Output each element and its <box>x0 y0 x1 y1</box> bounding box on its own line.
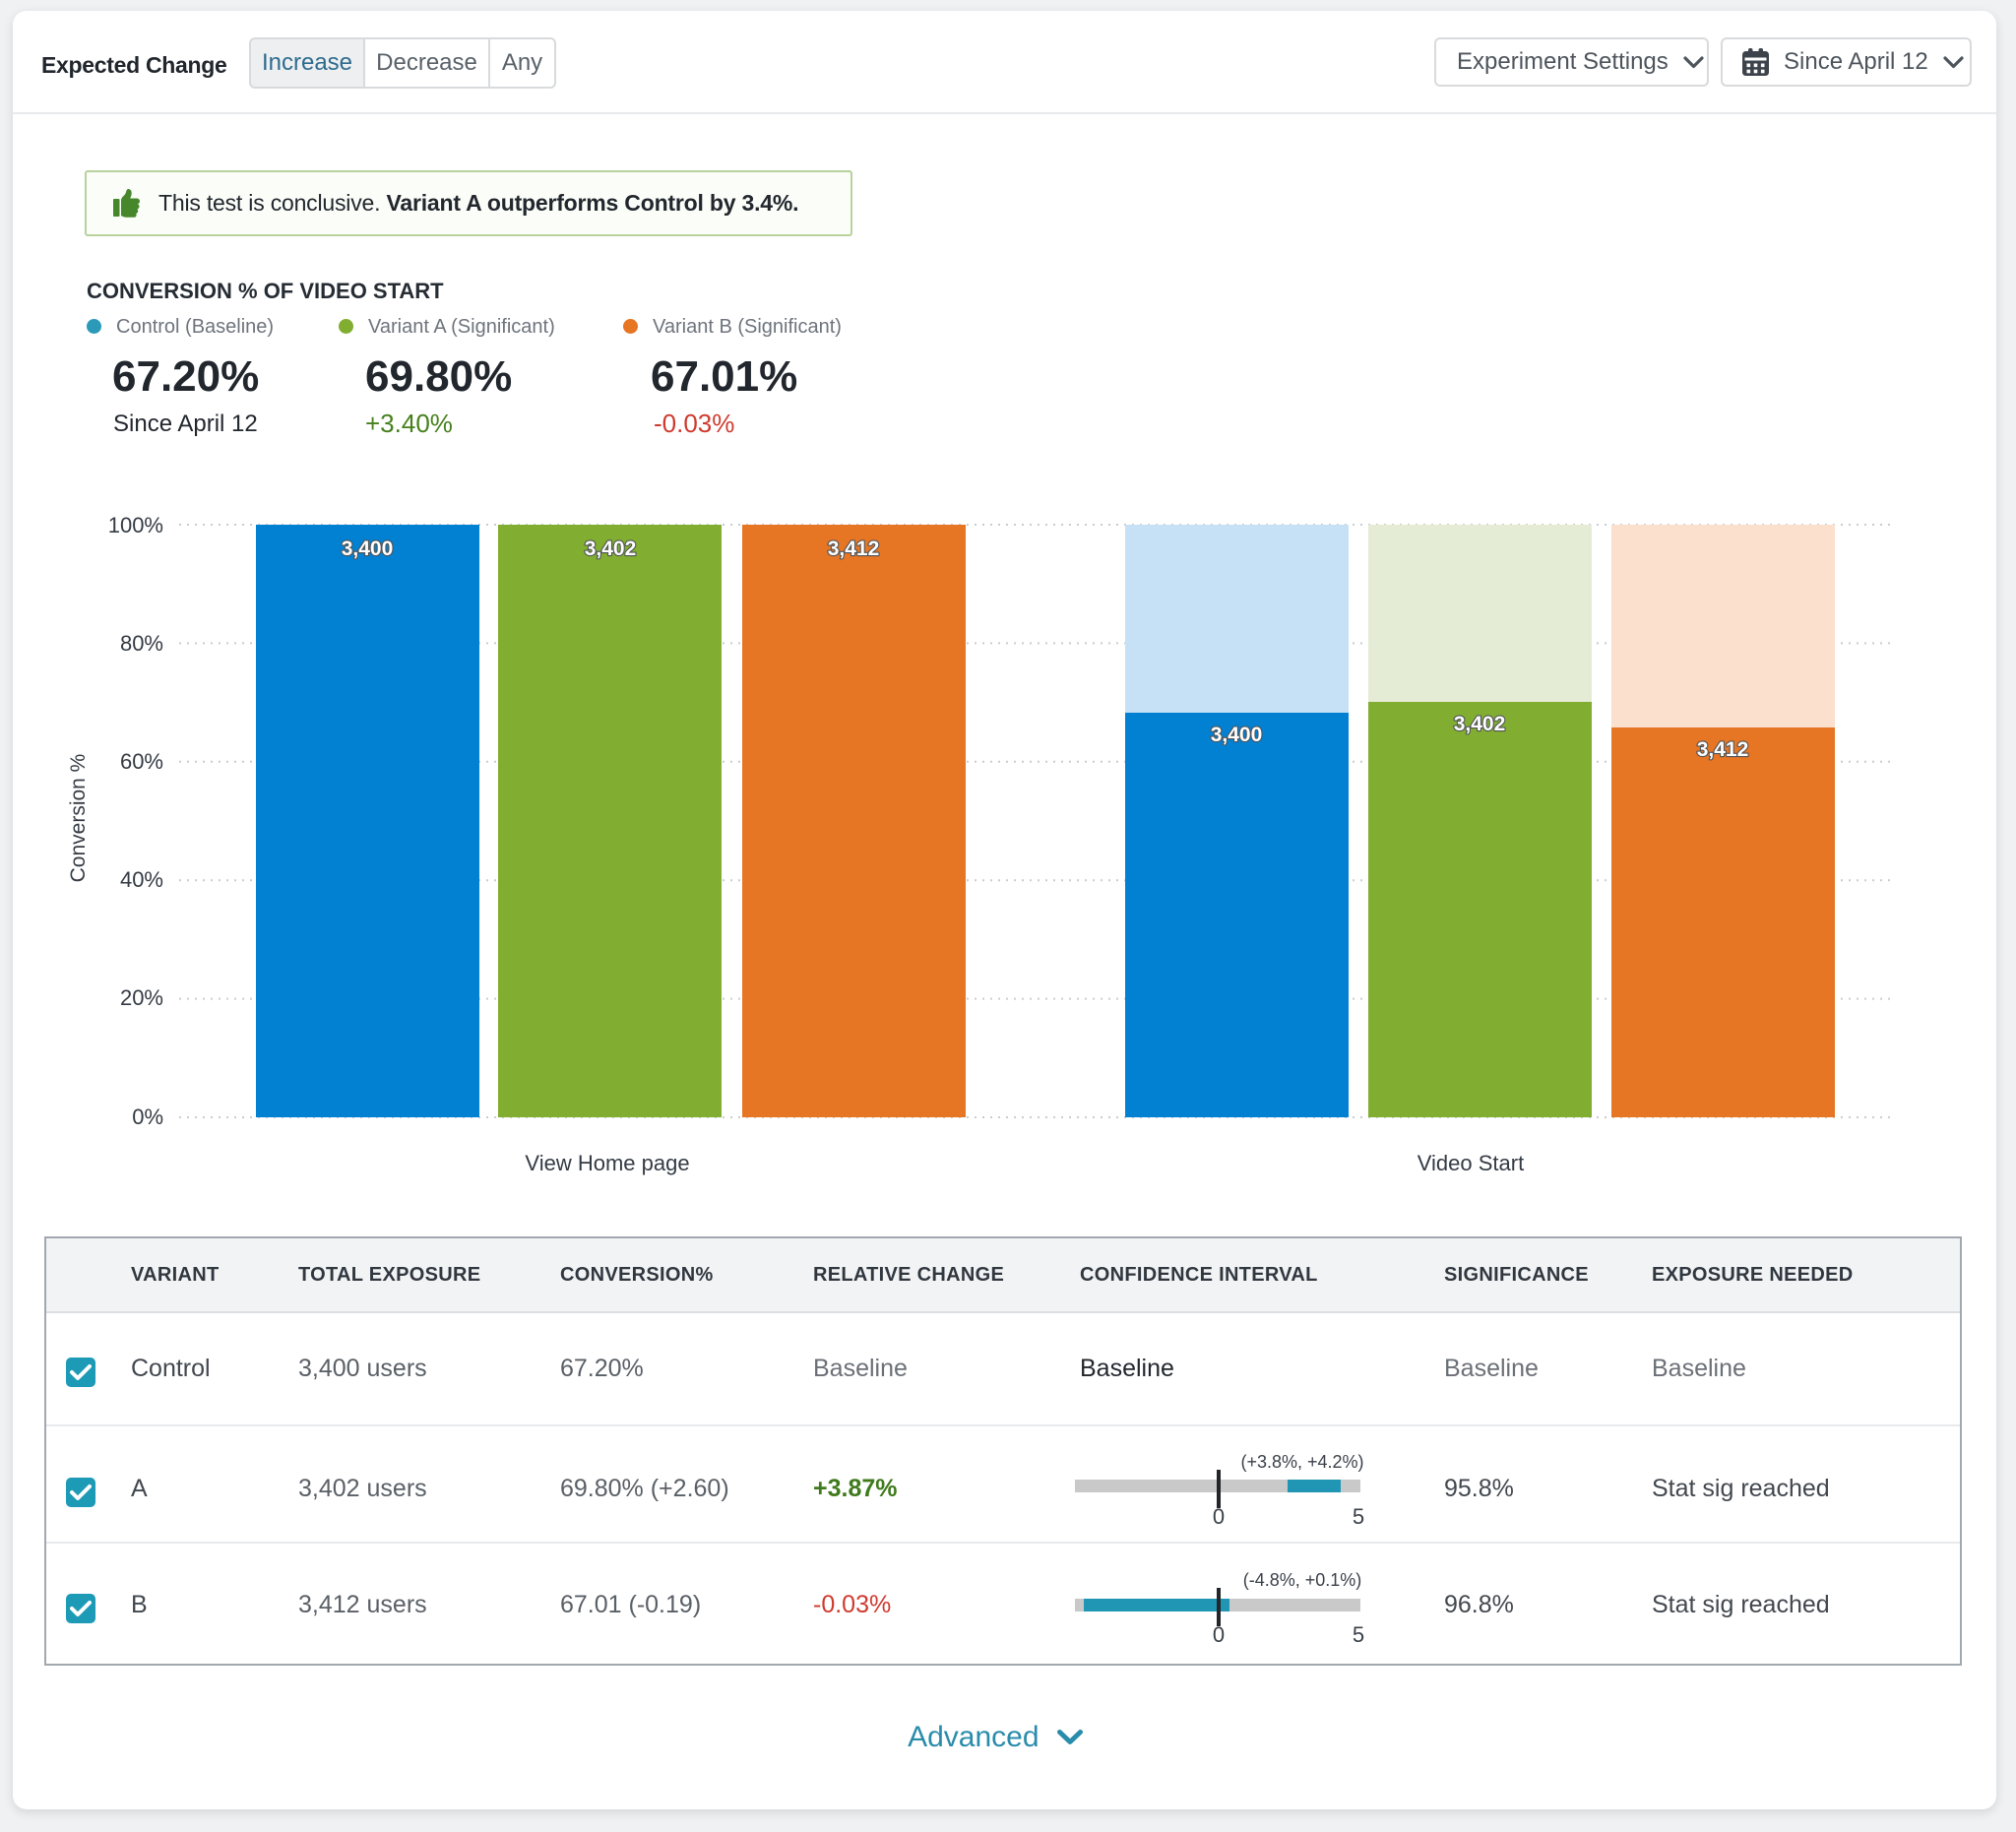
svg-text:View Home page: View Home page <box>525 1151 689 1175</box>
svg-text:5: 5 <box>1353 1622 1364 1647</box>
svg-text:3,412: 3,412 <box>828 537 880 560</box>
svg-text:0%: 0% <box>132 1105 163 1129</box>
svg-text:3,412: 3,412 <box>1697 738 1749 761</box>
svg-text:100%: 100% <box>108 513 163 537</box>
svg-text:Conversion %: Conversion % <box>67 754 90 883</box>
svg-text:3,402: 3,402 <box>1454 713 1506 735</box>
svg-text:3,400: 3,400 <box>342 537 394 560</box>
svg-text:60%: 60% <box>120 749 163 774</box>
svg-text:20%: 20% <box>120 985 163 1010</box>
svg-text:80%: 80% <box>120 631 163 656</box>
svg-text:(+3.8%, +4.2%): (+3.8%, +4.2%) <box>1240 1452 1363 1472</box>
svg-text:5: 5 <box>1353 1504 1364 1529</box>
svg-text:(-4.8%, +0.1%): (-4.8%, +0.1%) <box>1243 1570 1362 1590</box>
svg-text:40%: 40% <box>120 867 163 892</box>
svg-text:Video Start: Video Start <box>1418 1151 1524 1175</box>
svg-text:3,400: 3,400 <box>1211 724 1263 746</box>
svg-text:3,402: 3,402 <box>585 537 637 560</box>
svg-text:0: 0 <box>1213 1622 1225 1647</box>
svg-text:0: 0 <box>1213 1504 1225 1529</box>
